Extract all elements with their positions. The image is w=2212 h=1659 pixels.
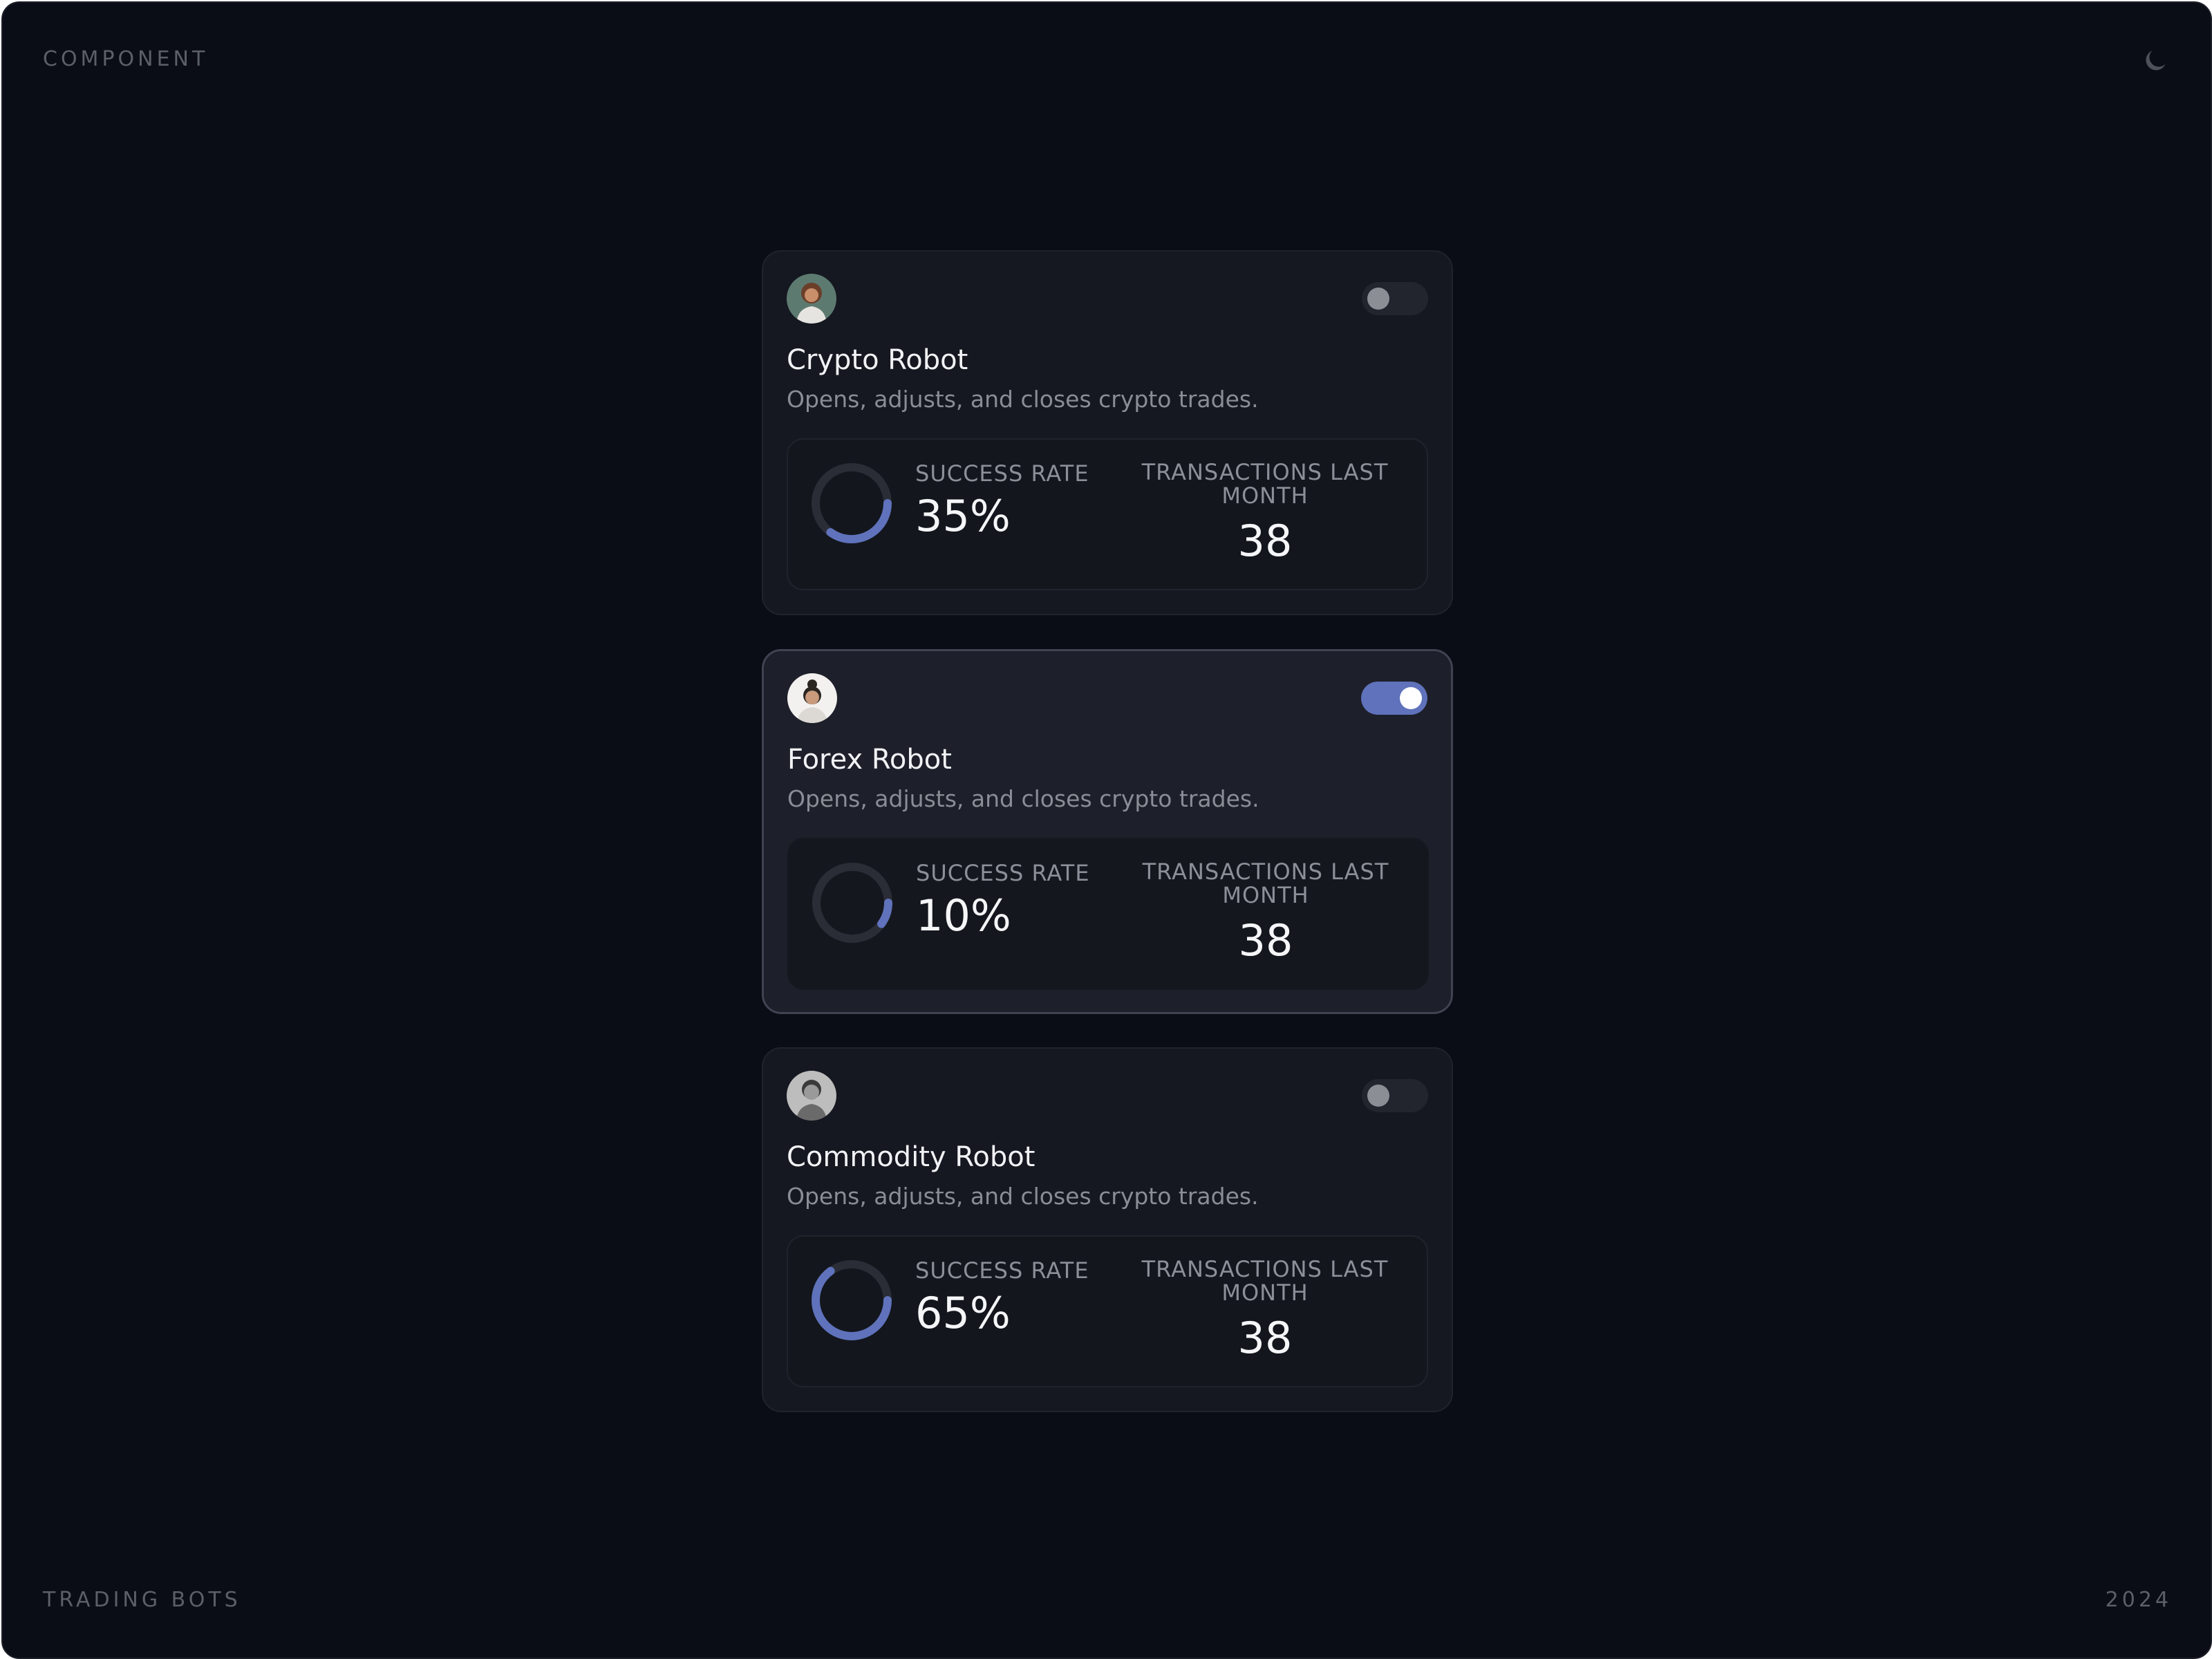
success-rate-value: 10% xyxy=(916,890,1011,941)
transactions-label: TRANSACTIONS LAST MONTH xyxy=(1142,859,1389,908)
avatar xyxy=(787,1071,836,1121)
bot-toggle[interactable] xyxy=(1361,682,1427,715)
bot-description: Opens, adjusts, and closes crypto trades… xyxy=(787,785,1259,812)
bot-card[interactable]: Commodity Robot Opens, adjusts, and clos… xyxy=(762,1047,1453,1412)
bot-stats: SUCCESS RATE 65% TRANSACTIONS LAST MONTH… xyxy=(787,1235,1428,1387)
avatar xyxy=(787,673,837,723)
bot-card[interactable]: Forex Robot Opens, adjusts, and closes c… xyxy=(762,649,1453,1014)
bot-description: Opens, adjusts, and closes crypto trades… xyxy=(787,386,1259,413)
success-rate-label: SUCCESS RATE xyxy=(915,1257,1089,1284)
bot-stats: SUCCESS RATE 35% TRANSACTIONS LAST MONTH… xyxy=(787,438,1428,590)
bot-name: Crypto Robot xyxy=(787,344,968,376)
success-rate-donut xyxy=(812,1260,892,1340)
transactions-value: 38 xyxy=(1238,915,1293,966)
moon-icon[interactable] xyxy=(2140,46,2171,76)
header-label: COMPONENT xyxy=(43,47,209,71)
transactions-value: 38 xyxy=(1237,1313,1293,1363)
success-rate-donut xyxy=(812,463,892,543)
success-rate-value: 65% xyxy=(915,1288,1011,1338)
transactions-value: 38 xyxy=(1237,516,1293,566)
transactions-label: TRANSACTIONS LAST MONTH xyxy=(1141,1256,1389,1306)
avatar xyxy=(787,274,836,324)
bot-description: Opens, adjusts, and closes crypto trades… xyxy=(787,1183,1259,1210)
bot-toggle[interactable] xyxy=(1362,1079,1428,1112)
success-rate-donut xyxy=(812,863,892,943)
transactions-label: TRANSACTIONS LAST MONTH xyxy=(1141,459,1389,509)
bot-stats: SUCCESS RATE 10% TRANSACTIONS LAST MONTH… xyxy=(787,838,1429,990)
bot-name: Commodity Robot xyxy=(787,1141,1035,1173)
toggle-knob xyxy=(1400,687,1422,709)
toggle-knob xyxy=(1367,1085,1389,1107)
success-rate-label: SUCCESS RATE xyxy=(915,460,1089,487)
donut-track xyxy=(812,863,892,943)
bot-card[interactable]: Crypto Robot Opens, adjusts, and closes … xyxy=(762,250,1453,615)
page-frame: COMPONENT Crypto Robot Opens, adjusts, a… xyxy=(1,1,2212,1659)
success-rate-value: 35% xyxy=(915,491,1011,541)
footer-label: TRADING BOTS xyxy=(43,1588,241,1612)
bot-toggle[interactable] xyxy=(1362,282,1428,315)
footer-year: 2024 xyxy=(2105,1588,2172,1612)
success-rate-label: SUCCESS RATE xyxy=(916,860,1090,886)
toggle-knob xyxy=(1367,288,1389,310)
bot-name: Forex Robot xyxy=(787,744,952,776)
